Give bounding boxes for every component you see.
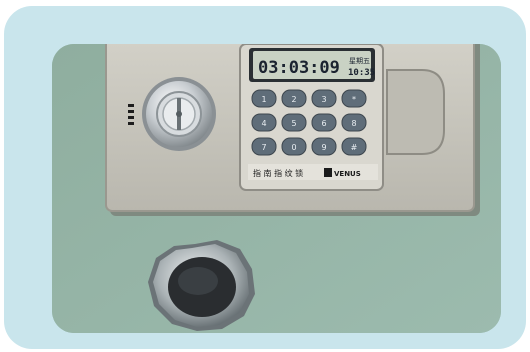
keyhole-icon[interactable] (142, 77, 216, 151)
keypad-key[interactable]: 4 (251, 113, 277, 132)
photo-frame: 03:03:09 星期五 10:35 1 2 3 * 4 5 6 8 7 0 9 # 指 南 指 纹 … (4, 6, 526, 349)
keypad-key-label: 9 (321, 143, 326, 152)
keypad-key[interactable]: 5 (281, 113, 307, 132)
keypad-key-label: 0 (291, 143, 296, 152)
keypad-key[interactable]: 1 (251, 89, 277, 108)
keypad-key-label: 6 (321, 119, 326, 128)
keypad-key-label: 3 (321, 95, 326, 104)
brand-logo-icon (324, 168, 332, 177)
panel-caption: 指 南 指 纹 锁 (253, 168, 303, 178)
keypad-key-label: 7 (261, 143, 266, 152)
keypad-key-label: 4 (261, 119, 266, 128)
lcd-date: 03:03:09 (258, 58, 340, 78)
keypad-key-label: # (351, 143, 358, 152)
keypad-key[interactable]: # (341, 137, 367, 156)
keypad-key[interactable]: 3 (311, 89, 337, 108)
lcd-time: 10:35 (348, 68, 375, 78)
keypad-key[interactable]: 0 (281, 137, 307, 156)
keypad-key[interactable]: 2 (281, 89, 307, 108)
brand-label: VENUS (334, 170, 361, 178)
keypad-key[interactable]: 6 (311, 113, 337, 132)
safe-photo: 03:03:09 星期五 10:35 1 2 3 * 4 5 6 8 7 0 9 # 指 南 指 纹 … (52, 44, 501, 333)
lcd-weekday: 星期五 (349, 57, 370, 65)
safe-illustration: 03:03:09 星期五 10:35 1 2 3 * 4 5 6 8 7 0 9 # 指 南 指 纹 … (52, 44, 501, 333)
keypad-key-label: 2 (291, 95, 296, 104)
keypad-key-label: * (352, 95, 356, 104)
keypad-key[interactable]: 9 (311, 137, 337, 156)
handle-recess (386, 69, 445, 155)
keypad-key[interactable]: 7 (251, 137, 277, 156)
keypad-key[interactable]: 8 (341, 113, 367, 132)
keypad-key[interactable]: * (341, 89, 367, 108)
keypad-key-label: 5 (291, 119, 296, 128)
keypad-key-label: 8 (351, 119, 356, 128)
keypad-key-label: 1 (261, 95, 266, 104)
